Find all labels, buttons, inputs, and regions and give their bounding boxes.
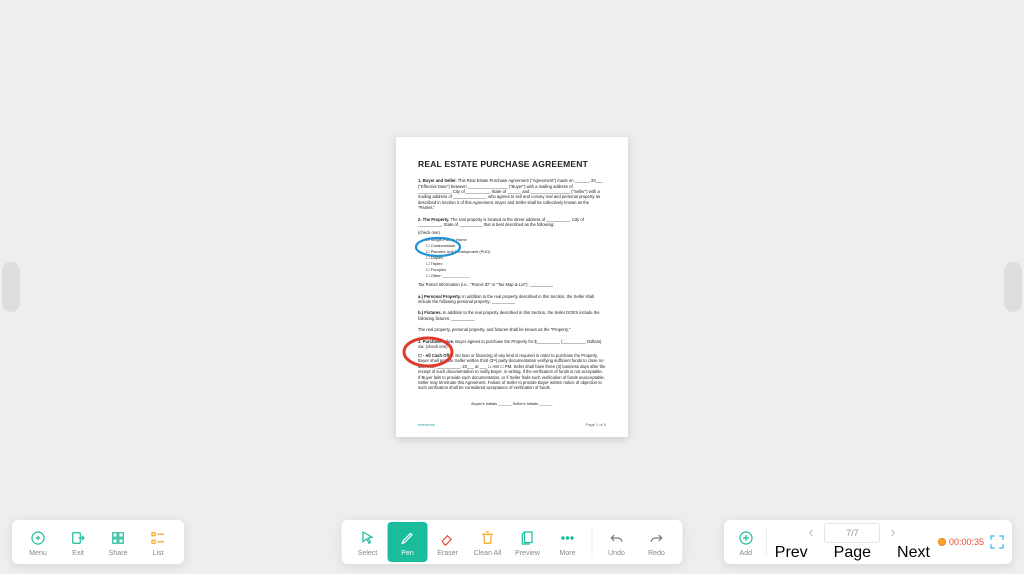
eraser-icon <box>438 528 458 548</box>
doc-title: REAL ESTATE PURCHASE AGREEMENT <box>418 159 606 170</box>
next-page-button[interactable] <box>884 524 902 542</box>
doc-footer: freeforms Page 1 of 9 <box>418 422 606 427</box>
property-types-list: Single-Family Home Condominium Planned U… <box>426 237 606 279</box>
center-toolbar: Select Pen Eraser Clean All Preview More… <box>342 520 683 564</box>
plus-circle-icon <box>736 528 756 548</box>
canvas-area[interactable]: REAL ESTATE PURCHASE AGREEMENT 1. Buyer … <box>0 0 1024 574</box>
share-button[interactable]: Share <box>98 522 138 562</box>
fullscreen-button[interactable] <box>988 533 1006 551</box>
left-edge-handle[interactable] <box>2 262 20 312</box>
more-button[interactable]: More <box>548 522 588 562</box>
list-button[interactable]: List <box>138 522 178 562</box>
menu-button[interactable]: Menu <box>18 522 58 562</box>
section-2a: a.) Personal Property. In addition to th… <box>418 294 606 305</box>
page-display[interactable]: 7/7 <box>824 523 880 543</box>
right-edge-handle[interactable] <box>1004 262 1022 312</box>
cursor-icon <box>358 528 378 548</box>
toolbar-separator <box>766 528 767 556</box>
property-line: The real property, personal property, an… <box>418 327 606 332</box>
undo-button[interactable]: Undo <box>597 522 637 562</box>
eraser-button[interactable]: Eraser <box>428 522 468 562</box>
more-icon <box>558 528 578 548</box>
redo-icon <box>647 528 667 548</box>
exit-button[interactable]: Exit <box>58 522 98 562</box>
record-dot-icon <box>938 538 946 546</box>
exit-icon <box>68 528 88 548</box>
section-2: 2. The Property. The real property is lo… <box>418 217 606 288</box>
pen-button[interactable]: Pen <box>388 522 428 562</box>
page-navigator: 7/7 <box>802 523 902 543</box>
redo-button[interactable]: Redo <box>637 522 677 562</box>
clean-all-button[interactable]: Clean All <box>468 522 508 562</box>
initials-line: Buyer's Initials ______ Seller's Initial… <box>418 401 606 406</box>
pen-icon <box>398 528 418 548</box>
preview-icon <box>518 528 538 548</box>
list-icon <box>148 528 168 548</box>
section-3: 3. Purchase Price. Buyer agrees to purch… <box>418 339 606 391</box>
select-button[interactable]: Select <box>348 522 388 562</box>
undo-icon <box>607 528 627 548</box>
prev-page-button[interactable] <box>802 524 820 542</box>
preview-button[interactable]: Preview <box>508 522 548 562</box>
share-icon <box>108 528 128 548</box>
add-page-button[interactable]: Add <box>730 522 762 562</box>
left-toolbar: Menu Exit Share List <box>12 520 184 564</box>
right-toolbar: Add 7/7 Prev Page Next 00:00:35 <box>724 520 1012 564</box>
document-page: REAL ESTATE PURCHASE AGREEMENT 1. Buyer … <box>396 137 628 437</box>
menu-icon <box>28 528 48 548</box>
toolbar-separator <box>592 528 593 556</box>
trash-icon <box>478 528 498 548</box>
recording-timer[interactable]: 00:00:35 <box>938 537 984 547</box>
section-2b: b.) Fixtures. In addition to the real pr… <box>418 310 606 321</box>
section-1: 1. Buyer and Seller. This Real Estate Pu… <box>418 178 606 211</box>
